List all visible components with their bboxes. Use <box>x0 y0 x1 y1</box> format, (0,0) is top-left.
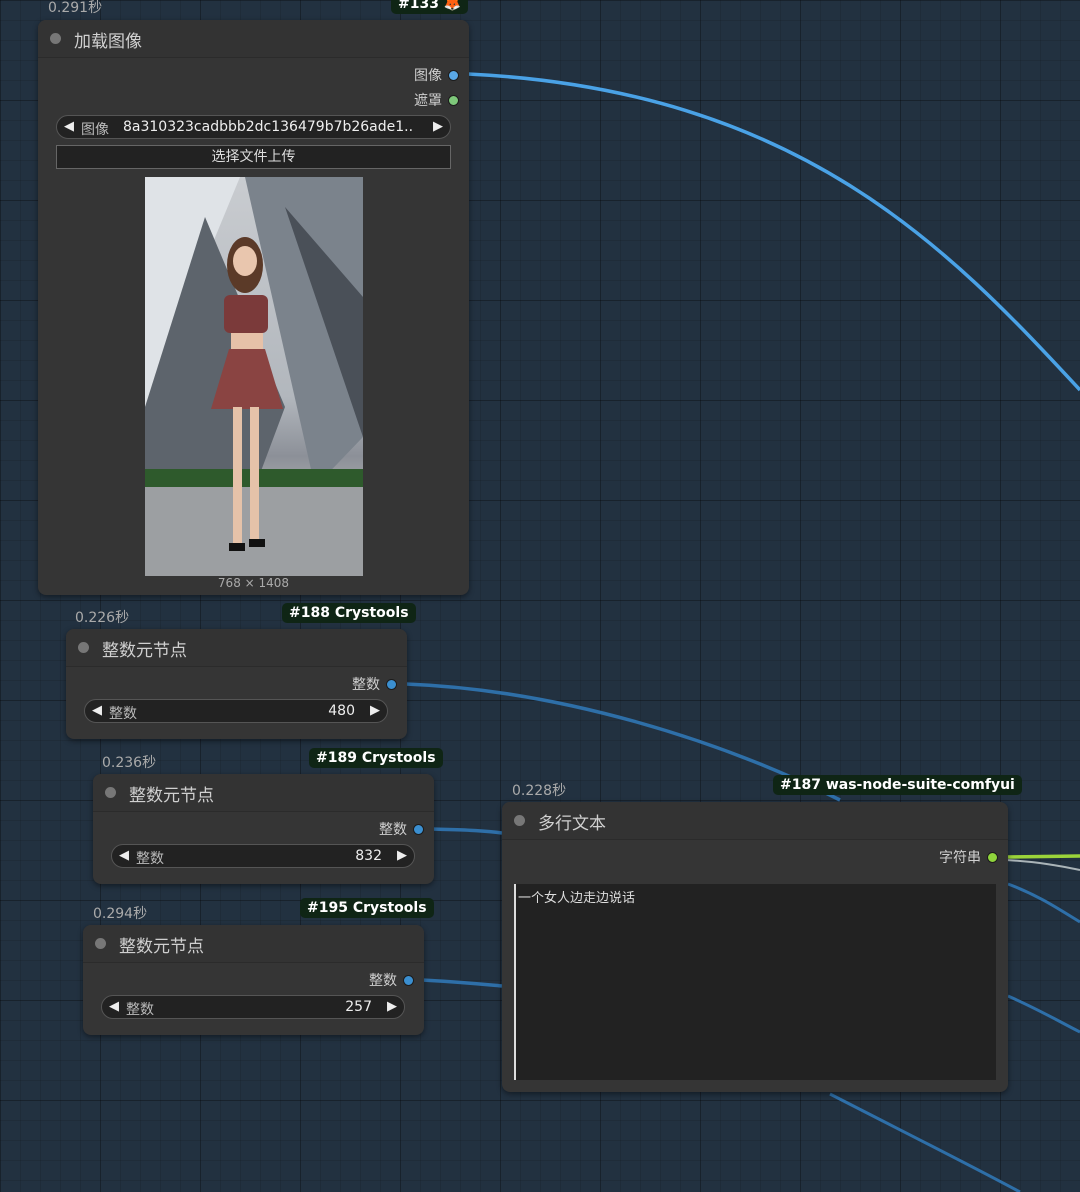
output-int[interactable]: 整数 <box>379 820 424 838</box>
int-port-icon[interactable] <box>386 678 397 690</box>
node-header[interactable]: 整数元节点 <box>93 774 434 812</box>
arrow-left-icon[interactable]: ◀ <box>92 703 102 718</box>
node-header[interactable]: 整数元节点 <box>66 629 407 667</box>
wire-int-195 <box>421 978 503 988</box>
node-title: 整数元节点 <box>102 641 187 661</box>
arrow-right-icon[interactable]: ▶ <box>397 848 407 863</box>
arrow-right-icon[interactable]: ▶ <box>433 119 443 134</box>
node-header[interactable]: 整数元节点 <box>83 925 424 963</box>
output-int[interactable]: 整数 <box>352 675 397 693</box>
output-mask[interactable]: 遮罩 <box>414 91 459 109</box>
int-value-widget[interactable]: ◀ 整数 832 ▶ <box>111 844 415 868</box>
int-node-188[interactable]: 整数元节点 整数 ◀ 整数 480 ▶ <box>66 629 407 739</box>
wire-out-3 <box>829 1092 1021 1192</box>
node-195-timing: 0.294秒 <box>93 906 148 922</box>
node-title: 加载图像 <box>74 32 142 52</box>
wire-string-gray <box>1005 859 1080 871</box>
node-133-badge: #133 🦊 <box>391 0 469 14</box>
node-189-badge: #189 Crystools <box>309 748 443 768</box>
image-filename: 8a310323cadbbb2dc136479b7b26ade1... <box>123 119 413 135</box>
arrow-left-icon[interactable]: ◀ <box>64 119 74 134</box>
node-189-timing: 0.236秒 <box>102 755 157 771</box>
load-image-node[interactable]: 加载图像 图像 遮罩 ◀ 图像 8a310323cadbbb2dc136479b… <box>38 20 469 595</box>
int-node-189[interactable]: 整数元节点 整数 ◀ 整数 832 ▶ <box>93 774 434 884</box>
output-image[interactable]: 图像 <box>414 66 459 84</box>
wire-image <box>467 72 1080 392</box>
node-title: 整数元节点 <box>119 937 204 957</box>
multiline-text-node[interactable]: 多行文本 字符串 一个女人边走边说话 <box>502 802 1008 1092</box>
int-port-icon[interactable] <box>403 974 414 986</box>
collapse-dot-icon[interactable] <box>50 33 61 44</box>
arrow-left-icon[interactable]: ◀ <box>119 848 129 863</box>
int-port-icon[interactable] <box>413 823 424 835</box>
node-187-timing: 0.228秒 <box>512 783 567 799</box>
node-header[interactable]: 加载图像 <box>38 20 469 58</box>
node-133-timing: 0.291秒 <box>48 0 103 16</box>
wire-out-1 <box>1007 882 1080 924</box>
string-port-icon[interactable] <box>987 851 998 863</box>
image-dimensions: 768 × 1408 <box>217 576 290 590</box>
image-preview <box>145 177 363 576</box>
node-title: 多行文本 <box>538 814 606 834</box>
node-188-badge: #188 Crystools <box>282 603 416 623</box>
node-header[interactable]: 多行文本 <box>502 802 1008 840</box>
collapse-dot-icon[interactable] <box>95 938 106 949</box>
wire-out-2 <box>1007 994 1080 1034</box>
wire-string-green <box>1005 854 1080 859</box>
collapse-dot-icon[interactable] <box>105 787 116 798</box>
int-value-widget[interactable]: ◀ 整数 480 ▶ <box>84 699 388 723</box>
collapse-dot-icon[interactable] <box>514 815 525 826</box>
upload-button[interactable]: 选择文件上传 <box>56 145 451 169</box>
wire-int-189 <box>431 827 503 835</box>
node-title: 整数元节点 <box>129 786 214 806</box>
int-node-195[interactable]: 整数元节点 整数 ◀ 整数 257 ▶ <box>83 925 424 1035</box>
image-combo-widget[interactable]: ◀ 图像 8a310323cadbbb2dc136479b7b26ade1...… <box>56 115 451 139</box>
node-188-timing: 0.226秒 <box>75 610 130 626</box>
arrow-right-icon[interactable]: ▶ <box>387 999 397 1014</box>
output-int[interactable]: 整数 <box>369 971 414 989</box>
image-port-icon[interactable] <box>448 69 459 81</box>
photo-illustration <box>145 177 363 576</box>
int-value-widget[interactable]: ◀ 整数 257 ▶ <box>101 995 405 1019</box>
output-string[interactable]: 字符串 <box>939 848 998 866</box>
mask-port-icon[interactable] <box>448 94 459 106</box>
node-195-badge: #195 Crystools <box>300 898 434 918</box>
node-187-badge: #187 was-node-suite-comfyui <box>773 775 1022 795</box>
multiline-textarea[interactable]: 一个女人边走边说话 <box>514 884 996 1080</box>
arrow-left-icon[interactable]: ◀ <box>109 999 119 1014</box>
arrow-right-icon[interactable]: ▶ <box>370 703 380 718</box>
collapse-dot-icon[interactable] <box>78 642 89 653</box>
